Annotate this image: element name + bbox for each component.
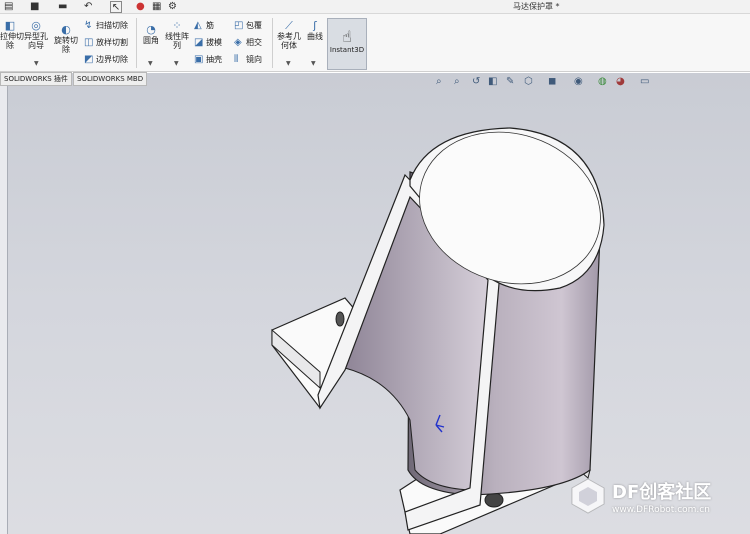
lofted-cut-label: 放样切割 <box>96 38 128 47</box>
draft-icon: ◪ <box>194 37 204 48</box>
curves-button[interactable]: ʃ 曲线 <box>304 19 326 42</box>
shell-icon: ▣ <box>194 54 204 65</box>
hole-wizard-label: 异型孔 向导 <box>24 32 48 50</box>
curves-dropdown-icon[interactable]: ▼ <box>311 60 316 67</box>
reference-geometry-button[interactable]: ⟋ 参考几 何体 <box>275 19 303 51</box>
traffic-light-icon[interactable]: ● <box>136 1 145 13</box>
watermark-url: www.DFRobot.com.cn <box>612 505 710 515</box>
feature-tree-collapsed-panel[interactable] <box>0 86 8 534</box>
ribbon-separator <box>136 18 137 68</box>
linear-pattern-button[interactable]: ⁘ 线性阵 列 <box>164 19 190 51</box>
fillet-label: 圆角 <box>143 36 159 45</box>
zoom-to-area-icon[interactable]: ⌕ <box>454 76 460 88</box>
swept-cut-icon: ↯ <box>84 20 93 31</box>
command-manager-ribbon: ◧ 拉伸切 除 ◎ 异型孔 向导 ◐ 旋转切 除 ↯ 扫描切除 ◫ 放样切割 ◩ 边界切除 … <box>0 14 750 72</box>
extruded-cut-label: 拉伸切 除 <box>0 32 24 50</box>
swept-cut-label: 扫描切除 <box>96 21 128 30</box>
swept-cut-button[interactable]: ↯ 扫描切除 <box>84 20 128 31</box>
wrap-button[interactable]: ◰ 包覆 <box>234 20 262 31</box>
intersect-icon: ◈ <box>234 37 242 48</box>
apply-scene-icon[interactable]: ◕ <box>616 76 625 88</box>
right-base-hole <box>484 492 504 508</box>
window-title: 马达保护罩 * <box>513 2 560 11</box>
rib-label: 筋 <box>206 21 214 30</box>
linear-pattern-icon: ⁘ <box>172 19 182 32</box>
extruded-cut-button[interactable]: ◧ 拉伸切 除 <box>0 19 24 51</box>
rib-button[interactable]: ◭ 筋 <box>194 20 214 31</box>
hole-wizard-icon: ◎ <box>31 19 41 32</box>
model-3d-view[interactable] <box>0 73 750 534</box>
revolved-cut-icon: ◐ <box>61 23 71 36</box>
new-document-icon[interactable]: ▤ <box>4 1 13 13</box>
options-gear-icon[interactable]: ⚙ <box>168 1 177 13</box>
mirror-label: 镜向 <box>246 55 262 64</box>
curves-label: 曲线 <box>307 32 323 41</box>
lofted-cut-button[interactable]: ◫ 放样切割 <box>84 37 128 48</box>
hide-show-items-icon[interactable]: ◉ <box>574 76 583 88</box>
rib-icon: ◭ <box>194 20 202 31</box>
extruded-cut-icon: ◧ <box>4 19 16 32</box>
left-base-hole <box>335 311 345 327</box>
tab-solidworks-mbd[interactable]: SOLIDWORKS MBD <box>73 72 148 86</box>
intersect-button[interactable]: ◈ 相交 <box>234 37 262 48</box>
reference-geometry-dropdown-icon[interactable]: ▼ <box>286 60 291 67</box>
instant3d-label: Instant3D <box>329 46 365 54</box>
print-icon[interactable]: ▬ <box>58 1 67 13</box>
hole-wizard-dropdown-icon[interactable]: ▼ <box>34 60 39 67</box>
view-orientation-icon[interactable]: ⬡ <box>524 76 533 88</box>
reference-geometry-icon: ⟋ <box>285 19 293 32</box>
previous-view-icon[interactable]: ↺ <box>472 76 480 88</box>
watermark-brand: DF创客社区 <box>612 482 712 503</box>
mirror-icon: ⫴ <box>234 54 239 65</box>
reference-geometry-label: 参考几 何体 <box>277 32 301 50</box>
boundary-cut-label: 边界切除 <box>96 55 128 64</box>
dynamic-annotation-icon[interactable]: ✎ <box>506 76 514 88</box>
intersect-label: 相交 <box>246 38 262 47</box>
undo-icon[interactable]: ↶ <box>84 1 92 13</box>
lofted-cut-icon: ◫ <box>84 37 94 48</box>
fillet-button[interactable]: ◔ 圆角 <box>140 23 162 46</box>
boundary-cut-button[interactable]: ◩ 边界切除 <box>84 54 128 65</box>
save-icon[interactable]: ■ <box>30 1 39 13</box>
instant3d-button[interactable]: ☝ Instant3D <box>327 18 367 70</box>
watermark: DF创客社区 www.DFRobot.com.cn <box>568 473 750 529</box>
hole-wizard-button[interactable]: ◎ 异型孔 向导 <box>22 19 50 51</box>
tab-solidworks-addins[interactable]: SOLIDWORKS 插件 <box>0 72 72 86</box>
linear-pattern-label: 线性阵 列 <box>165 32 189 50</box>
fillet-icon: ◔ <box>146 23 156 36</box>
file-properties-icon[interactable]: ▦ <box>152 1 161 13</box>
fillet-dropdown-icon[interactable]: ▼ <box>148 60 153 67</box>
instant3d-icon: ☝ <box>342 27 352 46</box>
ribbon-separator <box>272 18 273 68</box>
draft-button[interactable]: ◪ 拔模 <box>194 37 222 48</box>
display-style-icon[interactable]: ◼ <box>548 76 556 88</box>
shell-label: 抽壳 <box>206 55 222 64</box>
quick-access-toolbar: ▤ ■ ▬ ↶ ↖ ● ▦ ⚙ 马达保护罩 * <box>0 0 750 14</box>
section-view-icon[interactable]: ◧ <box>488 76 497 88</box>
revolved-cut-label: 旋转切 除 <box>54 36 78 54</box>
mirror-button[interactable]: ⫴ 镜向 <box>234 54 262 65</box>
shell-button[interactable]: ▣ 抽壳 <box>194 54 222 65</box>
curves-icon: ʃ <box>313 19 317 32</box>
boundary-cut-icon: ◩ <box>84 54 94 65</box>
select-arrow-icon[interactable]: ↖ <box>110 1 122 13</box>
revolved-cut-button[interactable]: ◐ 旋转切 除 <box>52 23 80 55</box>
dfrobot-logo-icon <box>571 478 605 514</box>
edit-appearance-icon[interactable]: ◍ <box>598 76 607 88</box>
pattern-dropdown-icon[interactable]: ▼ <box>174 60 179 67</box>
wrap-label: 包覆 <box>246 21 262 30</box>
view-settings-icon[interactable]: ▭ <box>640 76 649 88</box>
zoom-to-fit-icon[interactable]: ⌕ <box>436 76 442 88</box>
wrap-icon: ◰ <box>234 20 244 31</box>
draft-label: 拔模 <box>206 38 222 47</box>
